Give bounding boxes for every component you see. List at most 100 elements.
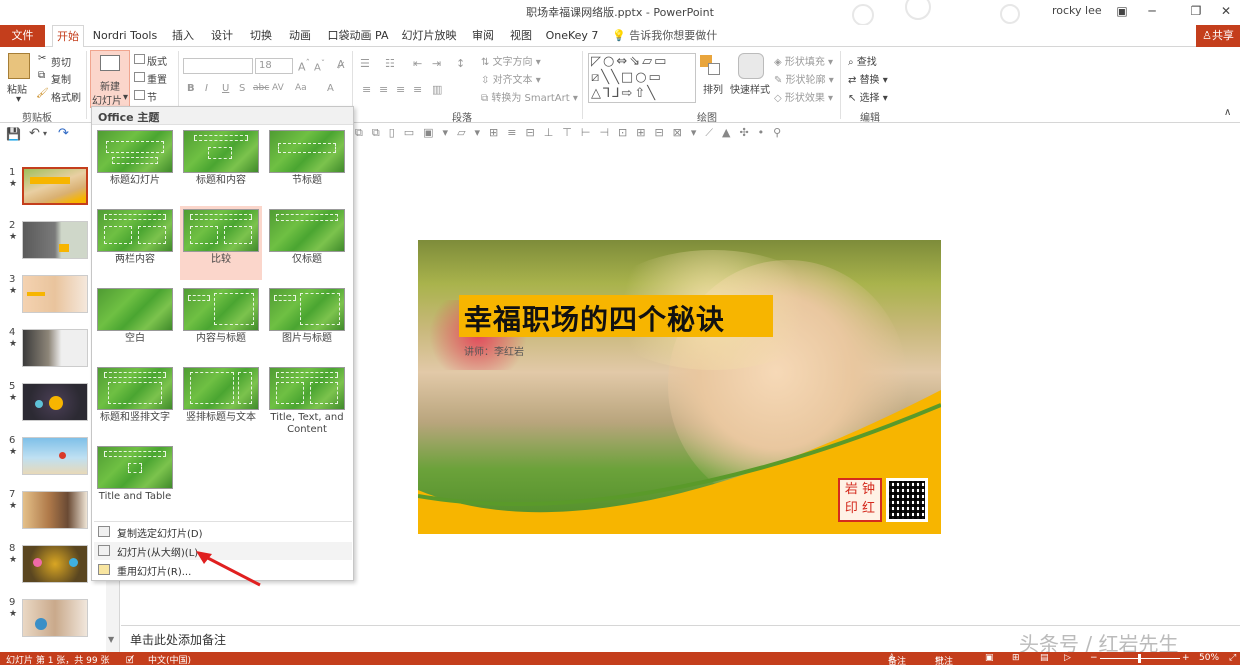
notes-pane[interactable]: 单击此处添加备注 头条号 / 红岩先生	[121, 625, 1240, 656]
spellcheck-icon[interactable]: 🗹	[126, 653, 134, 669]
paste-icon[interactable]	[8, 53, 30, 79]
font-size-input[interactable]: 18	[255, 58, 293, 74]
normal-view-icon[interactable]: ▣	[985, 653, 994, 663]
align-right-icon[interactable]: ≡	[396, 83, 405, 96]
arrange-icon[interactable]	[700, 55, 724, 81]
zoom-in-icon[interactable]: +	[1182, 653, 1190, 663]
tab-slideshow[interactable]: 幻灯片放映	[398, 25, 460, 47]
layout-picture-caption[interactable]: 图片与标题	[266, 285, 348, 359]
zoom-slider-thumb[interactable]	[1138, 654, 1141, 663]
close-icon[interactable]: ✕	[1216, 2, 1236, 20]
arrange-button[interactable]: 排列	[703, 81, 723, 96]
notes-placeholder[interactable]: 单击此处添加备注	[130, 631, 226, 648]
align-left-icon[interactable]: ≡	[362, 83, 371, 96]
slide-thumbnail-8[interactable]	[22, 545, 88, 583]
smartart-button[interactable]: ⧉ 转换为 SmartArt ▾	[481, 89, 578, 104]
user-name[interactable]: rocky lee	[1052, 4, 1102, 17]
clear-formatting-icon[interactable]: A̷	[337, 58, 345, 71]
layout-comparison[interactable]: 比较	[180, 206, 262, 280]
scroll-down-icon[interactable]: ▼	[108, 635, 114, 644]
italic-icon[interactable]: I	[205, 83, 208, 94]
layout-section-header[interactable]: 节标题	[266, 127, 348, 201]
shrink-font-icon[interactable]: Aˇ	[314, 58, 325, 73]
scissors-icon[interactable]: ✂	[38, 53, 46, 64]
quick-styles-icon[interactable]	[738, 53, 764, 79]
copy-button[interactable]: 复制	[51, 71, 71, 86]
tab-design[interactable]: 设计	[206, 25, 238, 47]
fit-window-icon[interactable]: ⤢	[1229, 653, 1236, 663]
tab-view[interactable]: 视图	[505, 25, 537, 47]
align-text-button[interactable]: ⇳ 对齐文本 ▾	[481, 71, 541, 86]
tab-pocket-animation[interactable]: 口袋动画 PA	[326, 25, 390, 47]
font-color-icon[interactable]: A	[327, 83, 334, 94]
numbering-icon[interactable]: ☷	[385, 57, 395, 70]
layout-title-only[interactable]: 仅标题	[266, 206, 348, 280]
format-painter-icon[interactable]: 🖌	[36, 88, 49, 99]
font-name-input[interactable]	[183, 58, 253, 74]
undo-icon[interactable]: ↶	[29, 126, 40, 141]
replace-button[interactable]: ⇄ 替换 ▾	[848, 71, 888, 86]
layout-vertical-title-text[interactable]: 竖排标题与文本	[180, 364, 262, 438]
bullets-icon[interactable]: ☰	[360, 57, 370, 70]
reading-view-icon[interactable]: ▤	[1040, 653, 1049, 663]
line-spacing-icon[interactable]: ↕	[456, 57, 465, 70]
tab-insert[interactable]: 插入	[168, 25, 198, 47]
decrease-indent-icon[interactable]: ⇤	[413, 57, 422, 70]
paste-dropdown-icon[interactable]: ▾	[16, 94, 21, 105]
current-slide[interactable]: 幸福职场的四个秘诀 讲师：李红岩 岩 钟印 红	[418, 240, 941, 534]
format-painter-button[interactable]: 格式刷	[51, 89, 81, 104]
change-case-icon[interactable]: Aa	[295, 83, 307, 93]
grow-font-icon[interactable]: Aˆ	[298, 58, 310, 74]
redo-icon[interactable]: ↷	[58, 126, 69, 141]
text-direction-button[interactable]: ⇅ 文字方向 ▾	[481, 53, 541, 68]
language-indicator[interactable]: 中文(中国)	[148, 653, 191, 666]
slide-thumbnail-1[interactable]	[22, 167, 88, 205]
reset-button[interactable]: 重置	[147, 71, 167, 86]
minimize-icon[interactable]: ─	[1142, 2, 1162, 20]
slide-title[interactable]: 幸福职场的四个秘诀	[464, 298, 725, 338]
shadow-icon[interactable]: S	[239, 83, 245, 94]
columns-icon[interactable]: ▥	[432, 83, 442, 96]
tab-onekey[interactable]: OneKey 7	[545, 25, 599, 47]
tab-animations[interactable]: 动画	[284, 25, 316, 47]
slide-subtitle[interactable]: 讲师：李红岩	[464, 343, 524, 358]
duplicate-slides-item[interactable]: 复制选定幻灯片(D)	[94, 523, 352, 541]
save-icon[interactable]: 💾	[6, 127, 21, 141]
slide-thumbnail-9[interactable]	[22, 599, 88, 637]
bold-icon[interactable]: B	[187, 83, 195, 94]
slideshow-view-icon[interactable]: ▷	[1064, 653, 1071, 663]
justify-icon[interactable]: ≡	[413, 83, 422, 96]
slide-thumbnail-4[interactable]	[22, 329, 88, 367]
zoom-slider[interactable]	[1100, 654, 1180, 663]
tab-home[interactable]: 开始	[52, 25, 84, 48]
layout-button[interactable]: 版式	[147, 53, 167, 68]
select-button[interactable]: ↖ 选择 ▾	[848, 89, 888, 104]
align-center-icon[interactable]: ≡	[379, 83, 388, 96]
layout-title-table[interactable]: Title and Table	[94, 443, 176, 517]
shape-outline-button[interactable]: ✎ 形状轮廓 ▾	[774, 71, 834, 86]
zoom-level[interactable]: 50%	[1199, 653, 1219, 663]
slide-thumbnail-5[interactable]	[22, 383, 88, 421]
layout-title-content[interactable]: 标题和内容	[180, 127, 262, 201]
strikethrough-icon[interactable]: abc	[253, 83, 269, 93]
layout-title-vertical-text[interactable]: 标题和竖排文字	[94, 364, 176, 438]
zoom-out-icon[interactable]: −	[1090, 653, 1098, 663]
slide-thumbnail-2[interactable]	[22, 221, 88, 259]
tell-me-box[interactable]: 💡 告诉我你想要做什么	[612, 25, 722, 63]
shape-effects-button[interactable]: ◇ 形状效果 ▾	[774, 89, 833, 104]
cut-button[interactable]: 剪切	[51, 54, 71, 69]
find-button[interactable]: ⌕ 查找	[848, 53, 877, 68]
layout-title-text-content[interactable]: Title, Text, and Content	[266, 364, 348, 448]
undo-dropdown-icon[interactable]: ▾	[43, 129, 47, 138]
char-spacing-icon[interactable]: AV	[272, 83, 284, 93]
collapse-ribbon-icon[interactable]: ∧	[1224, 107, 1231, 118]
section-button[interactable]: 节	[147, 89, 157, 104]
tab-nordri-tools[interactable]: Nordri Tools	[91, 25, 159, 47]
increase-indent-icon[interactable]: ⇥	[432, 57, 441, 70]
slide-thumbnail-6[interactable]	[22, 437, 88, 475]
tab-transitions[interactable]: 切换	[245, 25, 277, 47]
layout-title-slide[interactable]: 标题幻灯片	[94, 127, 176, 201]
slide-thumbnail-7[interactable]	[22, 491, 88, 529]
slide-sorter-icon[interactable]: ⊞	[1012, 653, 1020, 663]
slide-thumbnail-3[interactable]	[22, 275, 88, 313]
